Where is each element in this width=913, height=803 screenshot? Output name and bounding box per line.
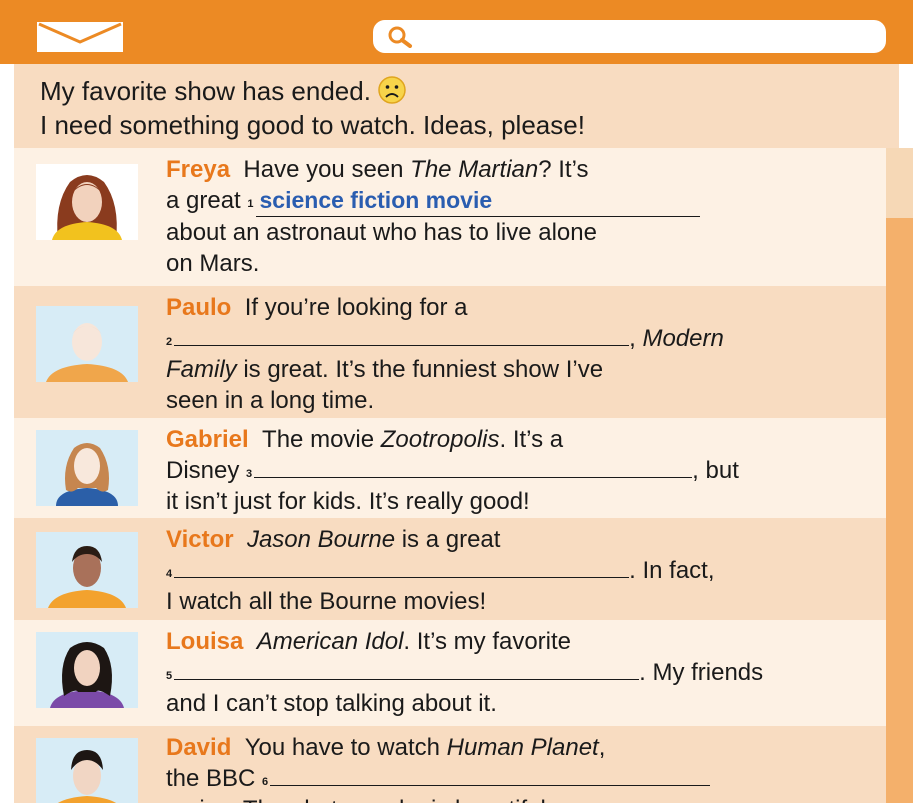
answer-blank-3[interactable] [254, 455, 693, 478]
post-line-1: My favorite show has ended. [40, 76, 407, 107]
scrollbar-thumb[interactable] [886, 218, 913, 803]
reply-david: David You have to watch Human Planet, th… [14, 726, 886, 803]
answer-blank-1[interactable]: science fiction movie [255, 185, 700, 217]
answer-blank-6[interactable] [270, 763, 711, 786]
author-name: Louisa [166, 628, 244, 655]
envelope-icon[interactable] [37, 22, 123, 52]
avatar-paulo-icon [36, 306, 138, 382]
original-post: My favorite show has ended. I need somet… [14, 64, 899, 148]
author-name: Freya [166, 156, 231, 183]
reply-text: Freya Have you seen The Martian? It’s a … [166, 154, 866, 279]
reply-text: Louisa American Idol. It’s my favorite 5… [166, 628, 764, 717]
reply-text: David You have to watch Human Planet, th… [166, 732, 866, 803]
reply-text: Paulo If you’re looking for a 2, Modern … [166, 294, 724, 414]
avatar-victor-icon [36, 532, 138, 608]
avatar-louisa-icon [36, 632, 138, 708]
reply-paulo: Paulo If you’re looking for a 2, Modern … [14, 286, 886, 418]
search-input[interactable] [373, 20, 886, 53]
answer-blank-2[interactable] [174, 323, 630, 346]
scrollbar[interactable] [886, 148, 913, 803]
reply-text: Gabriel The movie Zootropolis. It’s a Di… [166, 426, 739, 515]
sad-face-icon [378, 76, 406, 104]
author-name: Gabriel [166, 426, 249, 453]
reply-text: Victor Jason Bourne is a great 4. In fac… [166, 526, 715, 615]
avatar-freya-icon [36, 164, 138, 240]
top-bar [0, 0, 913, 64]
avatar-david-icon [36, 738, 138, 803]
answer-blank-5[interactable] [174, 657, 640, 680]
post-line-2: I need something good to watch. Ideas, p… [40, 110, 585, 140]
avatar-gabriel-icon [36, 430, 138, 506]
app-frame: My favorite show has ended. I need somet… [0, 0, 913, 803]
replies-list: Freya Have you seen The Martian? It’s a … [14, 148, 886, 803]
author-name: Paulo [166, 294, 232, 321]
magnifier-icon [388, 26, 412, 48]
answer-blank-4[interactable] [174, 555, 630, 578]
reply-louisa: Louisa American Idol. It’s my favorite 5… [14, 620, 886, 726]
author-name: Victor [166, 526, 234, 553]
reply-freya: Freya Have you seen The Martian? It’s a … [14, 148, 886, 286]
reply-gabriel: Gabriel The movie Zootropolis. It’s a Di… [14, 418, 886, 518]
author-name: David [166, 734, 232, 761]
reply-victor: Victor Jason Bourne is a great 4. In fac… [14, 518, 886, 620]
